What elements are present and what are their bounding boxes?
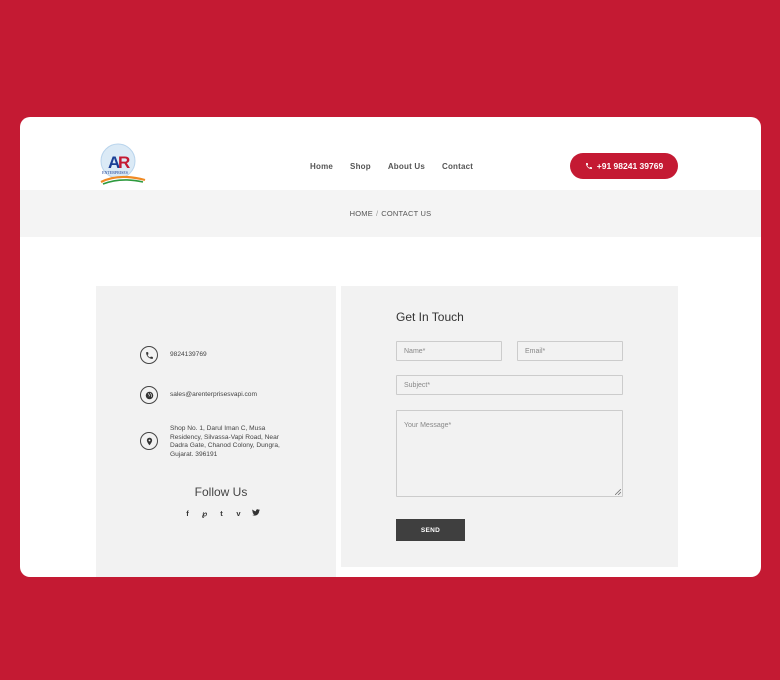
email-placeholder: Email*	[525, 347, 546, 355]
page-card: A R ENTERPRISES Home Shop About Us Conta…	[20, 117, 761, 577]
email-field[interactable]: Email*	[517, 341, 623, 361]
contact-phone-row: 9824139769	[140, 346, 290, 364]
phone-icon	[140, 346, 158, 364]
contact-info-panel: 9824139769 sales@arenterprisesvapi.com S…	[96, 286, 336, 577]
pinterest-icon[interactable]: ℘	[196, 509, 213, 518]
nav-home[interactable]: Home	[310, 162, 333, 171]
nav-about-us[interactable]: About Us	[388, 162, 425, 171]
main-nav: Home Shop About Us Contact	[310, 162, 490, 171]
phone-button-label: +91 98241 39769	[596, 161, 664, 171]
contact-form-panel: Get In Touch Name* Email* Subject* Your …	[341, 286, 678, 567]
nav-shop[interactable]: Shop	[350, 162, 371, 171]
phone-button[interactable]: +91 98241 39769	[570, 153, 678, 179]
name-placeholder: Name*	[404, 347, 426, 355]
breadcrumb-home[interactable]: HOME	[350, 209, 373, 218]
brand-logo[interactable]: A R ENTERPRISES	[99, 143, 149, 187]
svg-text:ENTERPRISES: ENTERPRISES	[102, 170, 128, 175]
message-field[interactable]: Your Message*	[396, 410, 623, 497]
social-links: f ℘ t v	[179, 509, 264, 518]
subject-placeholder: Subject*	[404, 381, 431, 389]
contact-email-row: sales@arenterprisesvapi.com	[140, 386, 290, 404]
breadcrumb: HOME / CONTACT US	[20, 209, 761, 218]
resize-handle-icon[interactable]	[615, 489, 621, 495]
vimeo-icon[interactable]: v	[230, 509, 247, 518]
message-placeholder: Your Message*	[404, 422, 452, 429]
send-button[interactable]: SEND	[396, 519, 465, 541]
nav-contact[interactable]: Contact	[442, 162, 473, 171]
name-field[interactable]: Name*	[396, 341, 502, 361]
location-icon	[140, 432, 158, 450]
contact-phone[interactable]: 9824139769	[170, 346, 290, 360]
contact-address: Shop No. 1, Darul Iman C, Musa Residency…	[170, 425, 280, 458]
breadcrumb-separator: /	[375, 209, 379, 218]
breadcrumb-band: HOME / CONTACT US	[20, 190, 761, 237]
tumblr-icon[interactable]: t	[213, 509, 230, 518]
breadcrumb-current: CONTACT US	[381, 209, 432, 218]
facebook-icon[interactable]: f	[179, 509, 196, 518]
contact-address-row: Shop No. 1, Darul Iman C, Musa Residency…	[140, 425, 290, 459]
follow-us-title: Follow Us	[194, 485, 248, 499]
form-title: Get In Touch	[396, 310, 464, 324]
globe-icon	[140, 386, 158, 404]
contact-email[interactable]: sales@arenterprisesvapi.com	[170, 386, 290, 400]
subject-field[interactable]: Subject*	[396, 375, 623, 395]
twitter-icon[interactable]	[247, 509, 264, 518]
phone-icon	[585, 163, 592, 169]
